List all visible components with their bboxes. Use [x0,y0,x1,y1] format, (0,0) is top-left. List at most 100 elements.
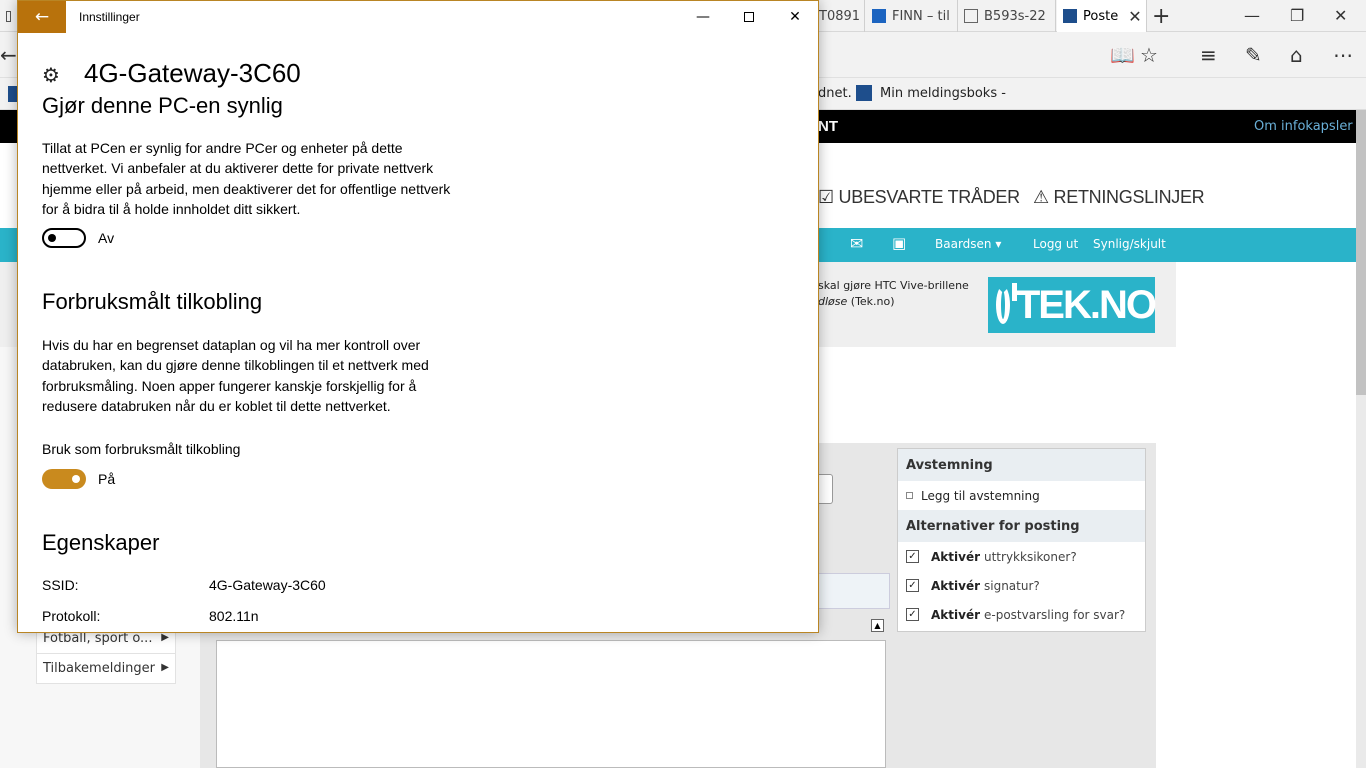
logout-link[interactable]: Logg ut [1033,237,1078,251]
discoverable-toggle[interactable] [42,228,86,248]
minimize-icon[interactable]: — [1244,6,1260,25]
tab-label: FINN – til [892,8,950,24]
poll-header: Avstemning [898,449,1145,481]
scrollbar-thumb[interactable] [1356,110,1366,395]
top-bar-text: NT [818,118,838,135]
metered-description: Hvis du har en begrenset dataplan og vil… [42,335,502,416]
news-italic: dløse [818,295,848,308]
tab-label: Poste [1083,8,1119,24]
protocol-label: Protokoll: [42,608,101,624]
checkbox-checked-icon[interactable]: ✓ [906,608,919,621]
cookie-info-link[interactable]: Om infokapsler [1254,119,1353,134]
share-icon[interactable]: ⌂ [1290,43,1303,67]
tek-logo[interactable]: TEK.NO [988,277,1157,333]
add-poll-link[interactable]: Legg til avstemning [898,481,1145,510]
guidelines-link[interactable]: ⚠ RETNINGSLINJER [1033,187,1205,208]
close-button[interactable]: ✕ [772,1,818,33]
network-name: 4G-Gateway-3C60 [84,58,301,88]
collapse-icon[interactable]: ▲ [871,619,884,632]
web-note-icon[interactable]: ✎ [1245,43,1262,67]
message-box-icon [856,85,872,101]
toggle-knob [48,234,56,242]
settings-window: ← Innstillinger — ✕ ⚙ 4G-Gateway-3C60 Gj… [17,0,819,633]
mail-icon[interactable]: ✉ [850,234,863,253]
description-line: for å bidra til å holde innholdet ditt s… [42,200,301,217]
title-input[interactable] [818,474,833,504]
browser-tab-active[interactable]: Poste ✕ [1057,0,1147,32]
nav-item-label: Fotball, sport o... [43,631,153,646]
arrow-right-icon: ▶ [161,662,169,673]
news-ticker[interactable]: skal gjøre HTC Vive-brillene dløse (Tek.… [818,278,988,310]
link-label: UBESVARTE TRÅDER [838,187,1021,207]
back-icon[interactable]: ← [0,43,17,67]
option-bold: Aktivér [931,578,980,593]
bullet-icon [906,492,913,499]
metered-toggle-label: Bruk som forbruksmålt tilkobling [42,441,241,457]
user-menu[interactable]: Baardsen ▾ [935,237,1001,251]
reading-view-icon[interactable]: 📖 [1110,43,1135,67]
ssid-label: SSID: [42,577,79,593]
properties-heading: Egenskaper [42,530,160,555]
browser-tab[interactable]: T0891 [819,0,865,32]
hub-icon[interactable]: ≡ [1200,43,1217,67]
favorite-link[interactable]: Min meldingsboks - [880,86,1006,101]
tab-preview-icon [6,10,11,22]
ssid-value: 4G-Gateway-3C60 [209,577,326,593]
close-icon: ✕ [789,9,801,25]
message-textarea[interactable] [216,640,886,768]
discoverable-description: Tillat at PCen er synlig for andre PCer … [42,138,502,219]
restore-icon[interactable]: ❐ [1290,6,1304,25]
new-tab-icon[interactable]: + [1152,4,1170,29]
more-icon[interactable]: ⋯ [1333,43,1353,67]
power-icon [996,283,1017,324]
nav-item-label: Tilbakemeldinger [43,661,156,676]
logo-text: TEK.NO [1015,282,1157,327]
post-options-panel: Avstemning Legg til avstemning Alternati… [897,448,1146,632]
page-favicon [964,9,978,23]
back-button[interactable]: ← [18,1,66,33]
description-line: redusere databruken når du er koblet til… [42,397,391,414]
tab-label: T0891 [819,8,861,24]
option-text: signatur? [984,578,1040,593]
checkbox-checked-icon[interactable]: ✓ [906,550,919,563]
favorite-star-icon[interactable]: ☆ [1140,43,1158,67]
browser-tab[interactable]: B593s-22 [958,0,1056,32]
forum-category-nav: Fotball, sport o... ▶ Tilbakemeldinger ▶ [36,624,176,684]
nav-item-feedback[interactable]: Tilbakemeldinger ▶ [36,654,176,684]
close-tab-icon[interactable]: ✕ [1128,7,1141,26]
description-line: Hvis du har en begrenset dataplan og vil… [42,337,421,353]
browser-tab[interactable] [0,0,18,32]
profile-icon[interactable]: ▣ [892,234,906,252]
option-bold: Aktivér [931,607,980,622]
close-icon[interactable]: ✕ [1334,6,1347,25]
user-menu-label: Baardsen [935,237,992,251]
checkbox-checked-icon[interactable]: ✓ [906,579,919,592]
window-title: Innstillinger [79,10,140,24]
arrow-right-icon: ▶ [161,632,169,643]
back-arrow-icon: ← [34,7,50,27]
description-line: Tillat at PCen er synlig for andre PCer … [42,140,403,156]
unanswered-threads-link[interactable]: ☑ UBESVARTE TRÅDER [818,187,1020,208]
favorite-link[interactable]: dnet. [818,86,852,101]
option-email[interactable]: ✓ Aktivér e-postvarsling for svar? [898,600,1145,629]
visibility-link[interactable]: Synlig/skjult [1093,237,1166,251]
metered-heading: Forbruksmålt tilkobling [42,289,263,314]
site-favicon [1063,9,1077,23]
option-signature[interactable]: ✓ Aktivér signatur? [898,571,1145,600]
maximize-button[interactable] [726,1,772,33]
link-label: RETNINGSLINJER [1053,187,1205,207]
news-line: skal gjøre HTC Vive-brillene [818,279,969,292]
option-bold: Aktivér [931,549,980,564]
discoverable-heading: Gjør denne PC-en synlig [42,93,283,118]
option-smilies[interactable]: ✓ Aktivér uttrykksikoner? [898,542,1145,571]
toggle-knob [72,475,80,483]
minimize-icon: — [696,9,710,25]
add-poll-label: Legg til avstemning [921,488,1040,503]
window-titlebar[interactable]: ← Innstillinger — ✕ [18,1,818,33]
description-line: hjemme eller på arbeid, men deaktiverer … [42,180,451,197]
metered-toggle[interactable] [42,469,86,489]
metered-toggle-state: På [98,471,116,487]
tab-label: B593s-22 [984,8,1046,24]
minimize-button[interactable]: — [680,1,726,33]
browser-tab[interactable]: FINN – til [866,0,958,32]
